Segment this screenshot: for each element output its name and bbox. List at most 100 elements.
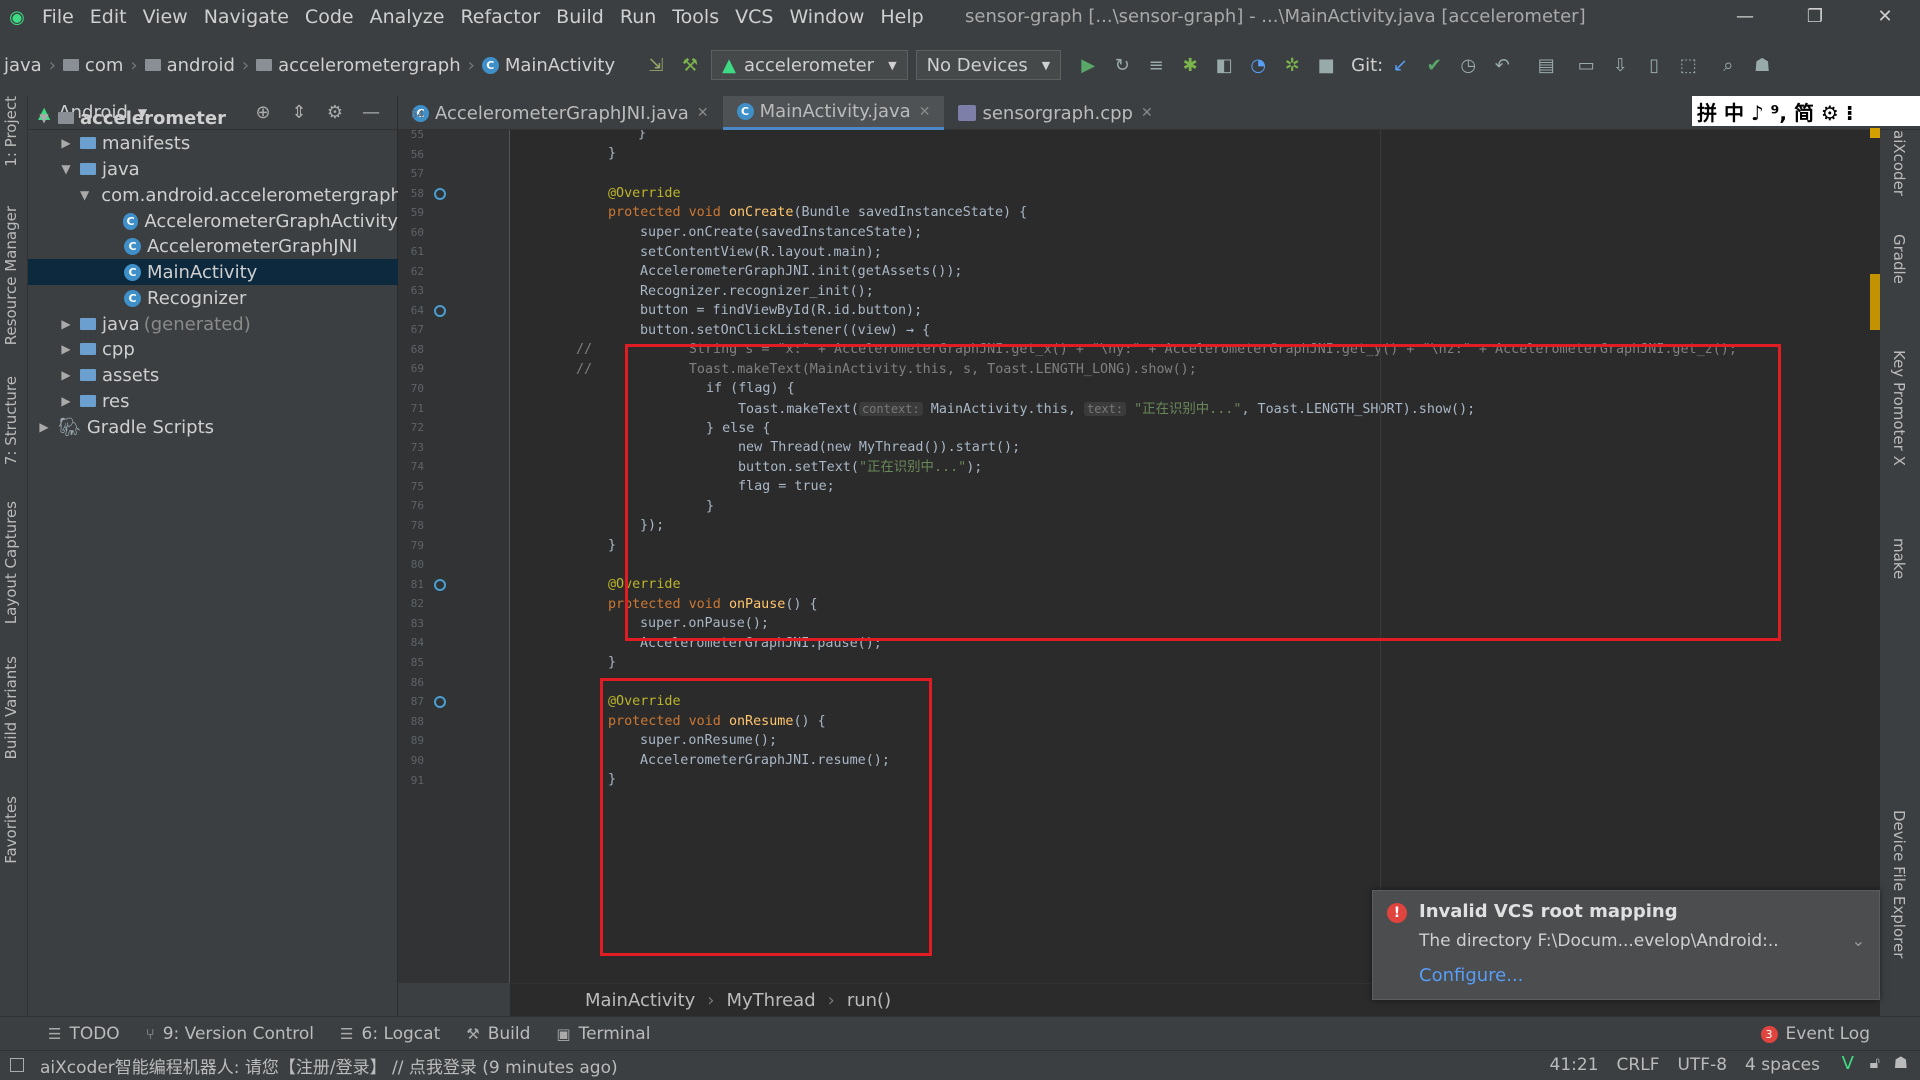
lock-icon[interactable]: 🔓︎: [1870, 1053, 1880, 1073]
sdk-manager-icon[interactable]: ⇩: [1603, 48, 1637, 82]
menu-build[interactable]: Build: [548, 6, 612, 28]
tab-make[interactable]: make: [1890, 538, 1908, 579]
tool-terminal[interactable]: ▣ Terminal: [556, 1024, 650, 1044]
tree-item[interactable]: ▶ 🐘︎ Gradle Scripts: [28, 414, 398, 440]
menu-navigate[interactable]: Navigate: [196, 6, 297, 28]
editor-scrollbar[interactable]: [1868, 128, 1882, 983]
menu-view[interactable]: View: [135, 6, 196, 28]
menu-refactor[interactable]: Refactor: [452, 6, 548, 28]
run-icon[interactable]: ▶: [1071, 48, 1105, 82]
crumb-mainactivity[interactable]: C MainActivity: [478, 55, 619, 76]
coverage-icon[interactable]: ◧: [1207, 48, 1241, 82]
tree-item[interactable]: ▼ java: [28, 156, 398, 182]
menu-run[interactable]: Run: [612, 6, 664, 28]
git-update-icon[interactable]: ↙: [1383, 48, 1417, 82]
profile-icon[interactable]: ◔: [1241, 48, 1275, 82]
toggle-tool-windows-icon[interactable]: [10, 1058, 24, 1072]
file-encoding[interactable]: UTF-8: [1677, 1051, 1727, 1080]
chevron-right-icon[interactable]: ▶: [58, 368, 74, 382]
tab-mainactivity[interactable]: C MainActivity.java ✕: [722, 96, 945, 130]
tree-item[interactable]: ▶ java (generated): [28, 311, 398, 337]
status-message[interactable]: aiXcoder智能编程机器人: 请您【注册/登录】 // 点我登录 (9 mi…: [40, 1053, 618, 1078]
tab-gradle[interactable]: Gradle: [1890, 234, 1908, 284]
tree-item[interactable]: C AccelerometerGraphActivity: [28, 208, 398, 234]
tree-item[interactable]: ▼ com.android.accelerometergraph: [28, 182, 402, 208]
stop-icon[interactable]: ■: [1309, 48, 1343, 82]
tab-aixcoder[interactable]: aiXcoder: [1890, 130, 1908, 196]
crumb-java[interactable]: java: [0, 55, 46, 76]
tree-item[interactable]: C Recognizer: [28, 285, 398, 311]
tab-device-file-explorer[interactable]: Device File Explorer: [1890, 810, 1908, 958]
tool-logcat[interactable]: ☰ 6: Logcat: [340, 1024, 440, 1044]
device-manager-icon[interactable]: ▯: [1637, 48, 1671, 82]
crumb-method[interactable]: run(): [847, 990, 891, 1011]
crumb-android[interactable]: android: [141, 55, 239, 76]
hammer-build-icon[interactable]: ⚒: [673, 48, 707, 82]
line-separator[interactable]: CRLF: [1617, 1051, 1660, 1080]
menu-file[interactable]: File: [34, 6, 82, 28]
avd-manager-icon[interactable]: ▭: [1569, 48, 1603, 82]
chevron-right-icon[interactable]: ▶: [36, 420, 52, 434]
minimize-icon[interactable]: —: [1710, 0, 1780, 34]
tab-build-variants[interactable]: Build Variants: [2, 656, 20, 759]
user-icon[interactable]: ☗: [1745, 48, 1779, 82]
menu-tools[interactable]: Tools: [664, 6, 727, 28]
tree-item[interactable]: ▶ assets: [28, 362, 398, 388]
configure-link[interactable]: Configure...: [1419, 965, 1523, 986]
debug-icon[interactable]: ✱: [1173, 48, 1207, 82]
tool-version-control[interactable]: ⑂ 9: Version Control: [146, 1024, 314, 1044]
restore-icon[interactable]: ❐: [1780, 0, 1850, 34]
git-history-icon[interactable]: ◷: [1451, 48, 1485, 82]
tab-accelerometergraphjni[interactable]: C AccelerometerGraphJNI.java ✕: [398, 96, 723, 130]
menu-edit[interactable]: Edit: [82, 6, 135, 28]
tab-project[interactable]: 1: Project: [2, 96, 20, 167]
tool-todo[interactable]: ☰ TODO: [48, 1024, 120, 1044]
tab-resource-manager[interactable]: Resource Manager: [2, 206, 20, 345]
chevron-down-icon[interactable]: ▼: [58, 162, 74, 176]
tree-item[interactable]: ▼ accelerometer: [28, 105, 398, 131]
override-icon[interactable]: [434, 579, 446, 591]
crumb-accelerometergraph[interactable]: accelerometergraph: [252, 55, 465, 76]
menu-analyze[interactable]: Analyze: [362, 6, 453, 28]
tree-item[interactable]: C MainActivity: [28, 259, 398, 285]
event-log[interactable]: 3 Event Log: [1760, 1017, 1870, 1051]
tree-item[interactable]: ▶ manifests: [28, 130, 398, 156]
chevron-down-icon[interactable]: ⌄: [1852, 931, 1865, 950]
crumb-com[interactable]: com: [59, 55, 127, 76]
search-icon[interactable]: ⌕: [1711, 48, 1745, 82]
git-rollback-icon[interactable]: ↶: [1485, 48, 1519, 82]
tree-item[interactable]: ▶ cpp: [28, 336, 398, 362]
chevron-right-icon[interactable]: ▶: [58, 342, 74, 356]
memory-indicator-icon[interactable]: ☗: [1894, 1053, 1908, 1072]
chevron-down-icon[interactable]: ▼: [80, 188, 89, 202]
tree-item[interactable]: ▶ res: [28, 388, 398, 414]
close-tab-icon[interactable]: ✕: [697, 105, 709, 121]
vcs-status-icon[interactable]: V: [1842, 1053, 1854, 1074]
crumb-inner-class[interactable]: MyThread: [727, 990, 816, 1011]
tab-layout-captures[interactable]: Layout Captures: [2, 501, 20, 624]
tool-build[interactable]: ⚒ Build: [466, 1024, 530, 1044]
close-tab-icon[interactable]: ✕: [919, 104, 931, 120]
attach-debugger-icon[interactable]: ✲: [1275, 48, 1309, 82]
close-tab-icon[interactable]: ✕: [1141, 105, 1153, 121]
chevron-down-icon[interactable]: ▼: [36, 111, 52, 125]
chevron-right-icon[interactable]: ▶: [58, 317, 74, 331]
indent-setting[interactable]: 4 spaces: [1745, 1051, 1820, 1080]
override-icon[interactable]: [434, 696, 446, 708]
tab-key-promoter[interactable]: Key Promoter X: [1890, 350, 1908, 466]
apply-changes-icon[interactable]: ≡: [1139, 48, 1173, 82]
tree-item[interactable]: C AccelerometerGraphJNI: [28, 233, 398, 259]
tab-structure[interactable]: 7: Structure: [2, 376, 20, 465]
override-icon[interactable]: [434, 188, 446, 200]
caret-position[interactable]: 41:21: [1550, 1051, 1599, 1080]
git-commit-icon[interactable]: ✔: [1417, 48, 1451, 82]
close-icon[interactable]: ✕: [1850, 0, 1920, 34]
menu-code[interactable]: Code: [297, 6, 362, 28]
menu-help[interactable]: Help: [872, 6, 931, 28]
menu-vcs[interactable]: VCS: [727, 6, 781, 28]
layout-inspector-icon[interactable]: ⬚: [1671, 48, 1705, 82]
menu-window[interactable]: Window: [781, 6, 872, 28]
chevron-right-icon[interactable]: ▶: [58, 394, 74, 408]
project-structure-icon[interactable]: ▤: [1529, 48, 1563, 82]
sync-icon[interactable]: ⇲: [639, 48, 673, 82]
